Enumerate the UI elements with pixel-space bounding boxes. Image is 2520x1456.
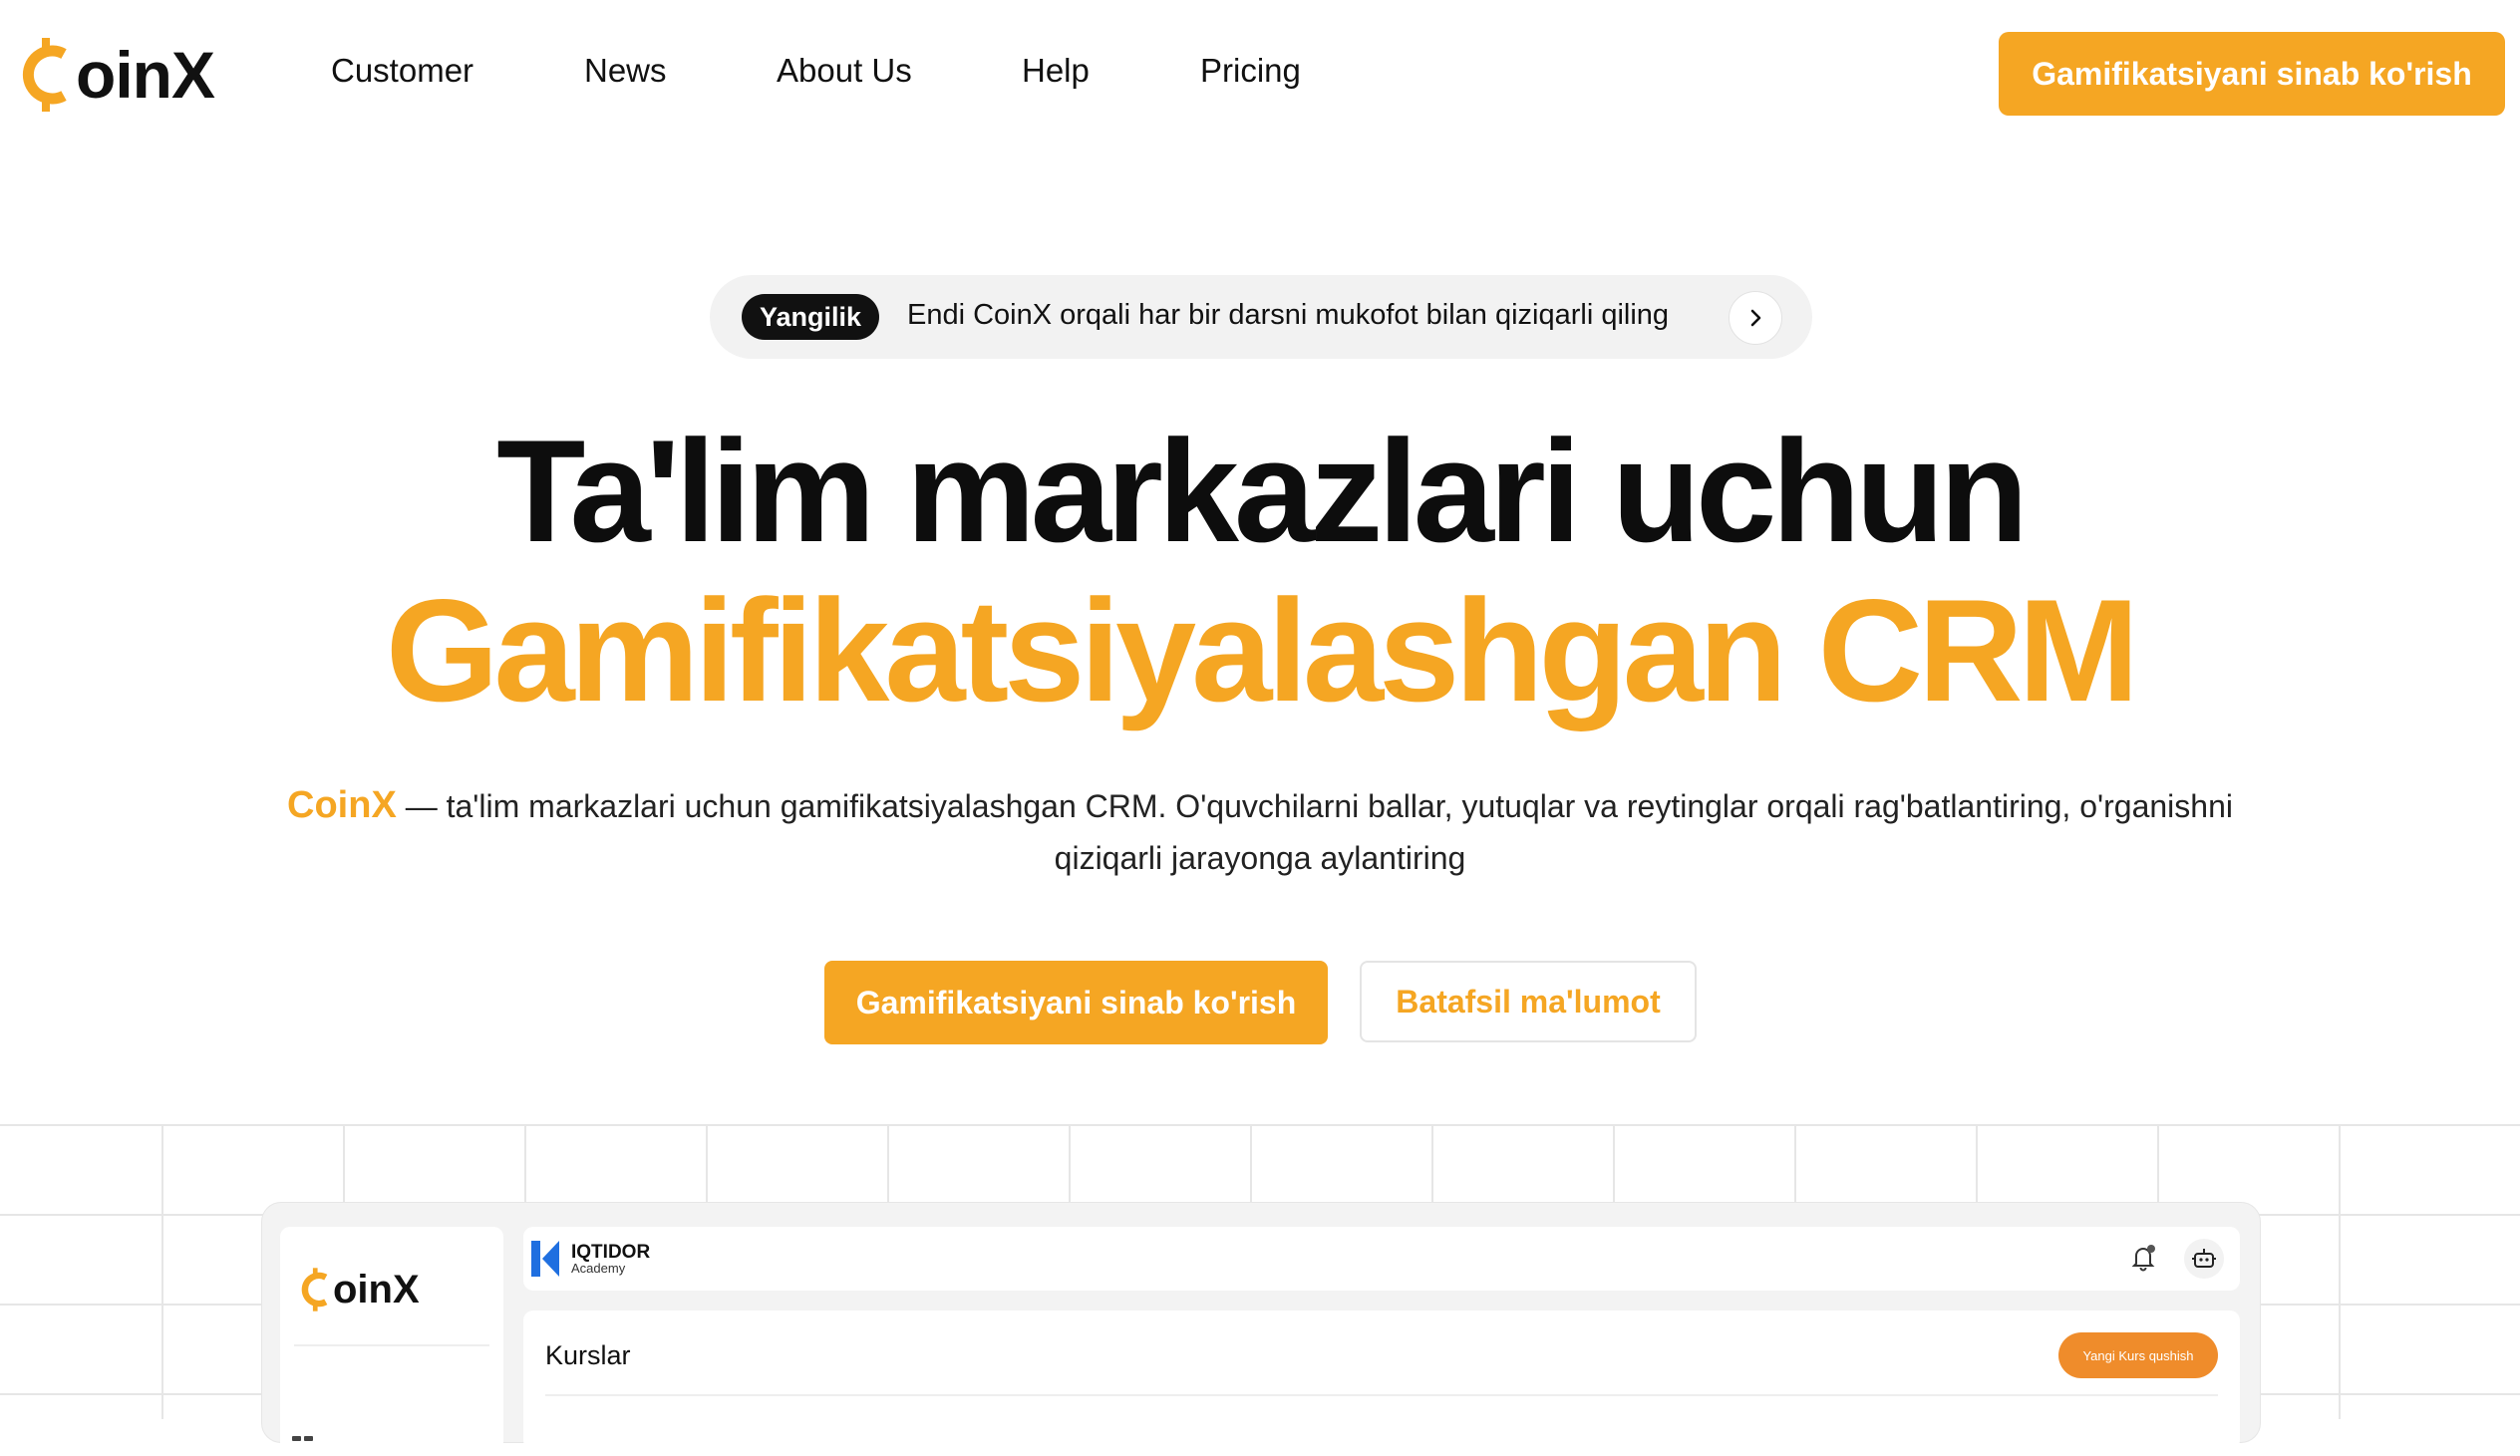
panel-divider <box>545 1394 2218 1396</box>
description-text: — ta'lim markazlari uchun gamifikatsiyal… <box>396 788 2233 876</box>
grid-menu-icon[interactable] <box>292 1436 314 1450</box>
hero-title-line1: Ta'lim markazlari uchun <box>496 410 2029 572</box>
academy-subtitle: Academy <box>571 1261 626 1276</box>
announcement-badge: Yangilik <box>742 294 880 340</box>
logo-text: oinX <box>76 38 215 112</box>
learn-more-button[interactable]: Batafsil ma'lumot <box>1360 961 1697 1042</box>
academy-logo: IQTIDOR Academy <box>531 1241 650 1277</box>
preview-sidebar: oinX <box>280 1227 503 1456</box>
academy-k-icon <box>531 1241 559 1277</box>
nav-about-us[interactable]: About Us <box>777 52 912 90</box>
nav-customer[interactable]: Customer <box>331 52 473 90</box>
preview-logo-text: oinX <box>333 1268 420 1311</box>
add-course-button[interactable]: Yangi Kurs qushish <box>2058 1332 2218 1378</box>
app-preview: oinX IQTIDOR Academy Kurslar Yangi Kurs … <box>261 1202 2261 1456</box>
preview-logo: oinX <box>300 1265 420 1314</box>
nav-news[interactable]: News <box>584 52 667 90</box>
nav-help[interactable]: Help <box>1022 52 1090 90</box>
hero-description: CoinX — ta'lim markazlari uchun gamifika… <box>239 779 2281 884</box>
coin-c-logo-icon <box>301 1268 328 1311</box>
announcement-text: Endi CoinX orqali har bir darsni mukofot… <box>907 299 1670 331</box>
academy-name: IQTIDOR <box>571 1242 651 1263</box>
hero-title-line2: Gamifikatsiyalashgan CRM <box>385 569 2139 731</box>
courses-title: Kurslar <box>545 1340 631 1370</box>
coin-c-logo-icon <box>22 38 67 112</box>
announcement-bar[interactable]: Yangilik Endi CoinX orqali har bir darsn… <box>710 275 1812 359</box>
chevron-right-icon[interactable] <box>1729 291 1782 345</box>
preview-topbar: IQTIDOR Academy <box>523 1227 2240 1291</box>
description-brand: CoinX <box>287 784 397 826</box>
coinx-logo[interactable]: oinX <box>20 34 215 116</box>
try-gamification-button[interactable]: Gamifikatsiyani sinab ko'rish <box>824 961 1328 1044</box>
nav-pricing[interactable]: Pricing <box>1200 52 1301 90</box>
header-cta-button[interactable]: Gamifikatsiyani sinab ko'rish <box>1999 32 2505 116</box>
robot-assistant-icon[interactable] <box>2184 1239 2224 1279</box>
bell-icon[interactable] <box>2128 1243 2158 1273</box>
sidebar-divider <box>294 1344 489 1346</box>
preview-main-panel: Kurslar Yangi Kurs qushish <box>523 1310 2240 1450</box>
